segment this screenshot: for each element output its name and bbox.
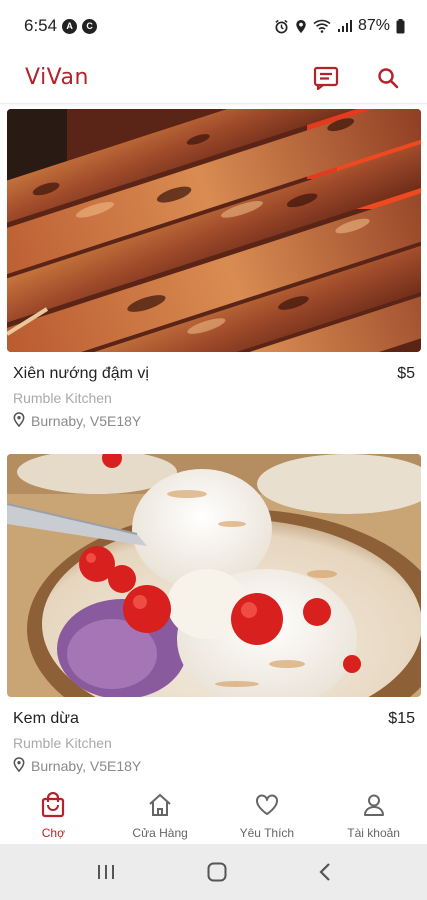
recent-apps-icon[interactable] xyxy=(95,862,117,882)
nav-label: Yêu Thích xyxy=(239,826,295,840)
status-left: 6:54 A C xyxy=(24,16,98,36)
product-feed[interactable]: Xiên nướng đậm vị $5 Rumble Kitchen Burn… xyxy=(0,104,427,786)
status-right: 87% xyxy=(274,17,405,35)
title-row: Kem dừa $15 xyxy=(13,710,415,728)
nav-label: Tài khoản xyxy=(347,826,400,840)
status-time: 6:54 xyxy=(24,16,58,35)
location-text: Burnaby, V5E18Y xyxy=(31,413,142,429)
nav-item-favorites[interactable]: Yêu Thích xyxy=(214,786,321,844)
message-icon[interactable] xyxy=(313,66,339,90)
title-row: Xiên nướng đậm vị $5 xyxy=(13,365,415,383)
notification-badge-icon: C xyxy=(82,18,98,34)
nav-item-store[interactable]: Cửa Hàng xyxy=(107,786,214,844)
item-title[interactable]: Xiên nướng đậm vị xyxy=(13,365,149,383)
shopping-bag-icon xyxy=(40,791,66,823)
battery-icon xyxy=(396,18,405,34)
product-card[interactable]: Xiên nướng đậm vị $5 Rumble Kitchen Burn… xyxy=(7,109,421,430)
location-row: Burnaby, V5E18Y xyxy=(13,757,415,775)
product-image-grilled-skewers[interactable] xyxy=(7,109,421,352)
location-pin-icon xyxy=(13,757,25,775)
bottom-navigation: Chợ Cửa Hàng Yêu Thích Tài khoản xyxy=(0,786,427,844)
location-icon xyxy=(295,19,307,34)
restaurant-name[interactable]: Rumble Kitchen xyxy=(13,735,415,751)
header-actions xyxy=(313,66,399,90)
status-bar: 6:54 A C 87% xyxy=(0,0,427,52)
item-title[interactable]: Kem dừa xyxy=(13,710,79,728)
search-icon[interactable] xyxy=(377,67,399,89)
app-header: ViVan xyxy=(0,52,427,104)
app-logo[interactable]: ViVan xyxy=(25,65,89,90)
location-text: Burnaby, V5E18Y xyxy=(31,758,142,774)
alarm-icon xyxy=(274,19,289,34)
item-price: $15 xyxy=(388,710,415,727)
system-navigation-bar xyxy=(0,844,427,900)
home-button-icon[interactable] xyxy=(206,861,228,883)
nav-item-market[interactable]: Chợ xyxy=(0,786,107,844)
location-pin-icon xyxy=(13,412,25,430)
back-icon[interactable] xyxy=(318,862,332,882)
signal-icon xyxy=(337,19,352,33)
user-icon xyxy=(361,792,387,823)
notification-badge-icon: A xyxy=(62,18,78,34)
wifi-icon xyxy=(313,19,331,33)
home-icon xyxy=(147,792,173,823)
nav-label: Cửa Hàng xyxy=(132,826,188,840)
card-info: Xiên nướng đậm vị $5 Rumble Kitchen Burn… xyxy=(7,365,421,430)
product-card[interactable]: Kem dừa $15 Rumble Kitchen Burnaby, V5E1… xyxy=(7,454,421,775)
location-row: Burnaby, V5E18Y xyxy=(13,412,415,430)
restaurant-name[interactable]: Rumble Kitchen xyxy=(13,390,415,406)
nav-item-account[interactable]: Tài khoản xyxy=(320,786,427,844)
product-image-coconut-ice-cream[interactable] xyxy=(7,454,421,697)
item-price: $5 xyxy=(397,365,415,382)
heart-icon xyxy=(254,792,280,823)
battery-percent: 87% xyxy=(357,17,390,34)
card-info: Kem dừa $15 Rumble Kitchen Burnaby, V5E1… xyxy=(7,710,421,775)
nav-label: Chợ xyxy=(41,826,65,840)
